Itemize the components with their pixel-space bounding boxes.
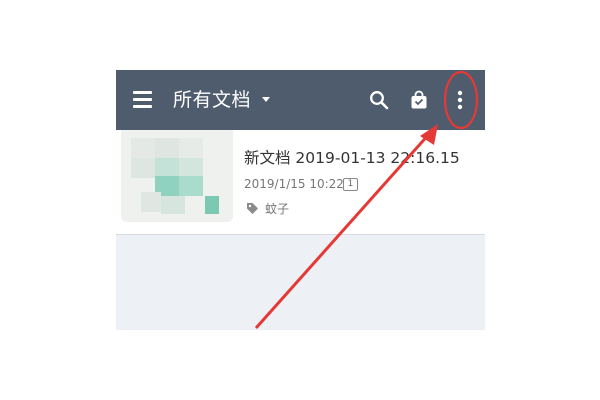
chevron-down-icon[interactable] (262, 97, 270, 102)
page-count-badge: 1 (343, 178, 358, 191)
document-thumbnail (121, 130, 233, 222)
more-vert-icon[interactable] (453, 89, 467, 111)
empty-list-area (116, 235, 485, 330)
document-title: 新文档 2019-01-13 22:16.15 (244, 149, 460, 167)
bag-icon[interactable] (409, 90, 429, 110)
folder-title[interactable]: 所有文档 (173, 87, 251, 113)
app-screen: 所有文档 (116, 70, 485, 330)
document-tag[interactable]: 蚊子 (265, 200, 289, 217)
app-bar: 所有文档 (116, 70, 485, 130)
search-icon[interactable] (369, 90, 389, 110)
tag-icon (247, 203, 258, 214)
document-date: 2019/1/15 10:22 (244, 177, 344, 191)
menu-icon[interactable] (133, 91, 155, 109)
